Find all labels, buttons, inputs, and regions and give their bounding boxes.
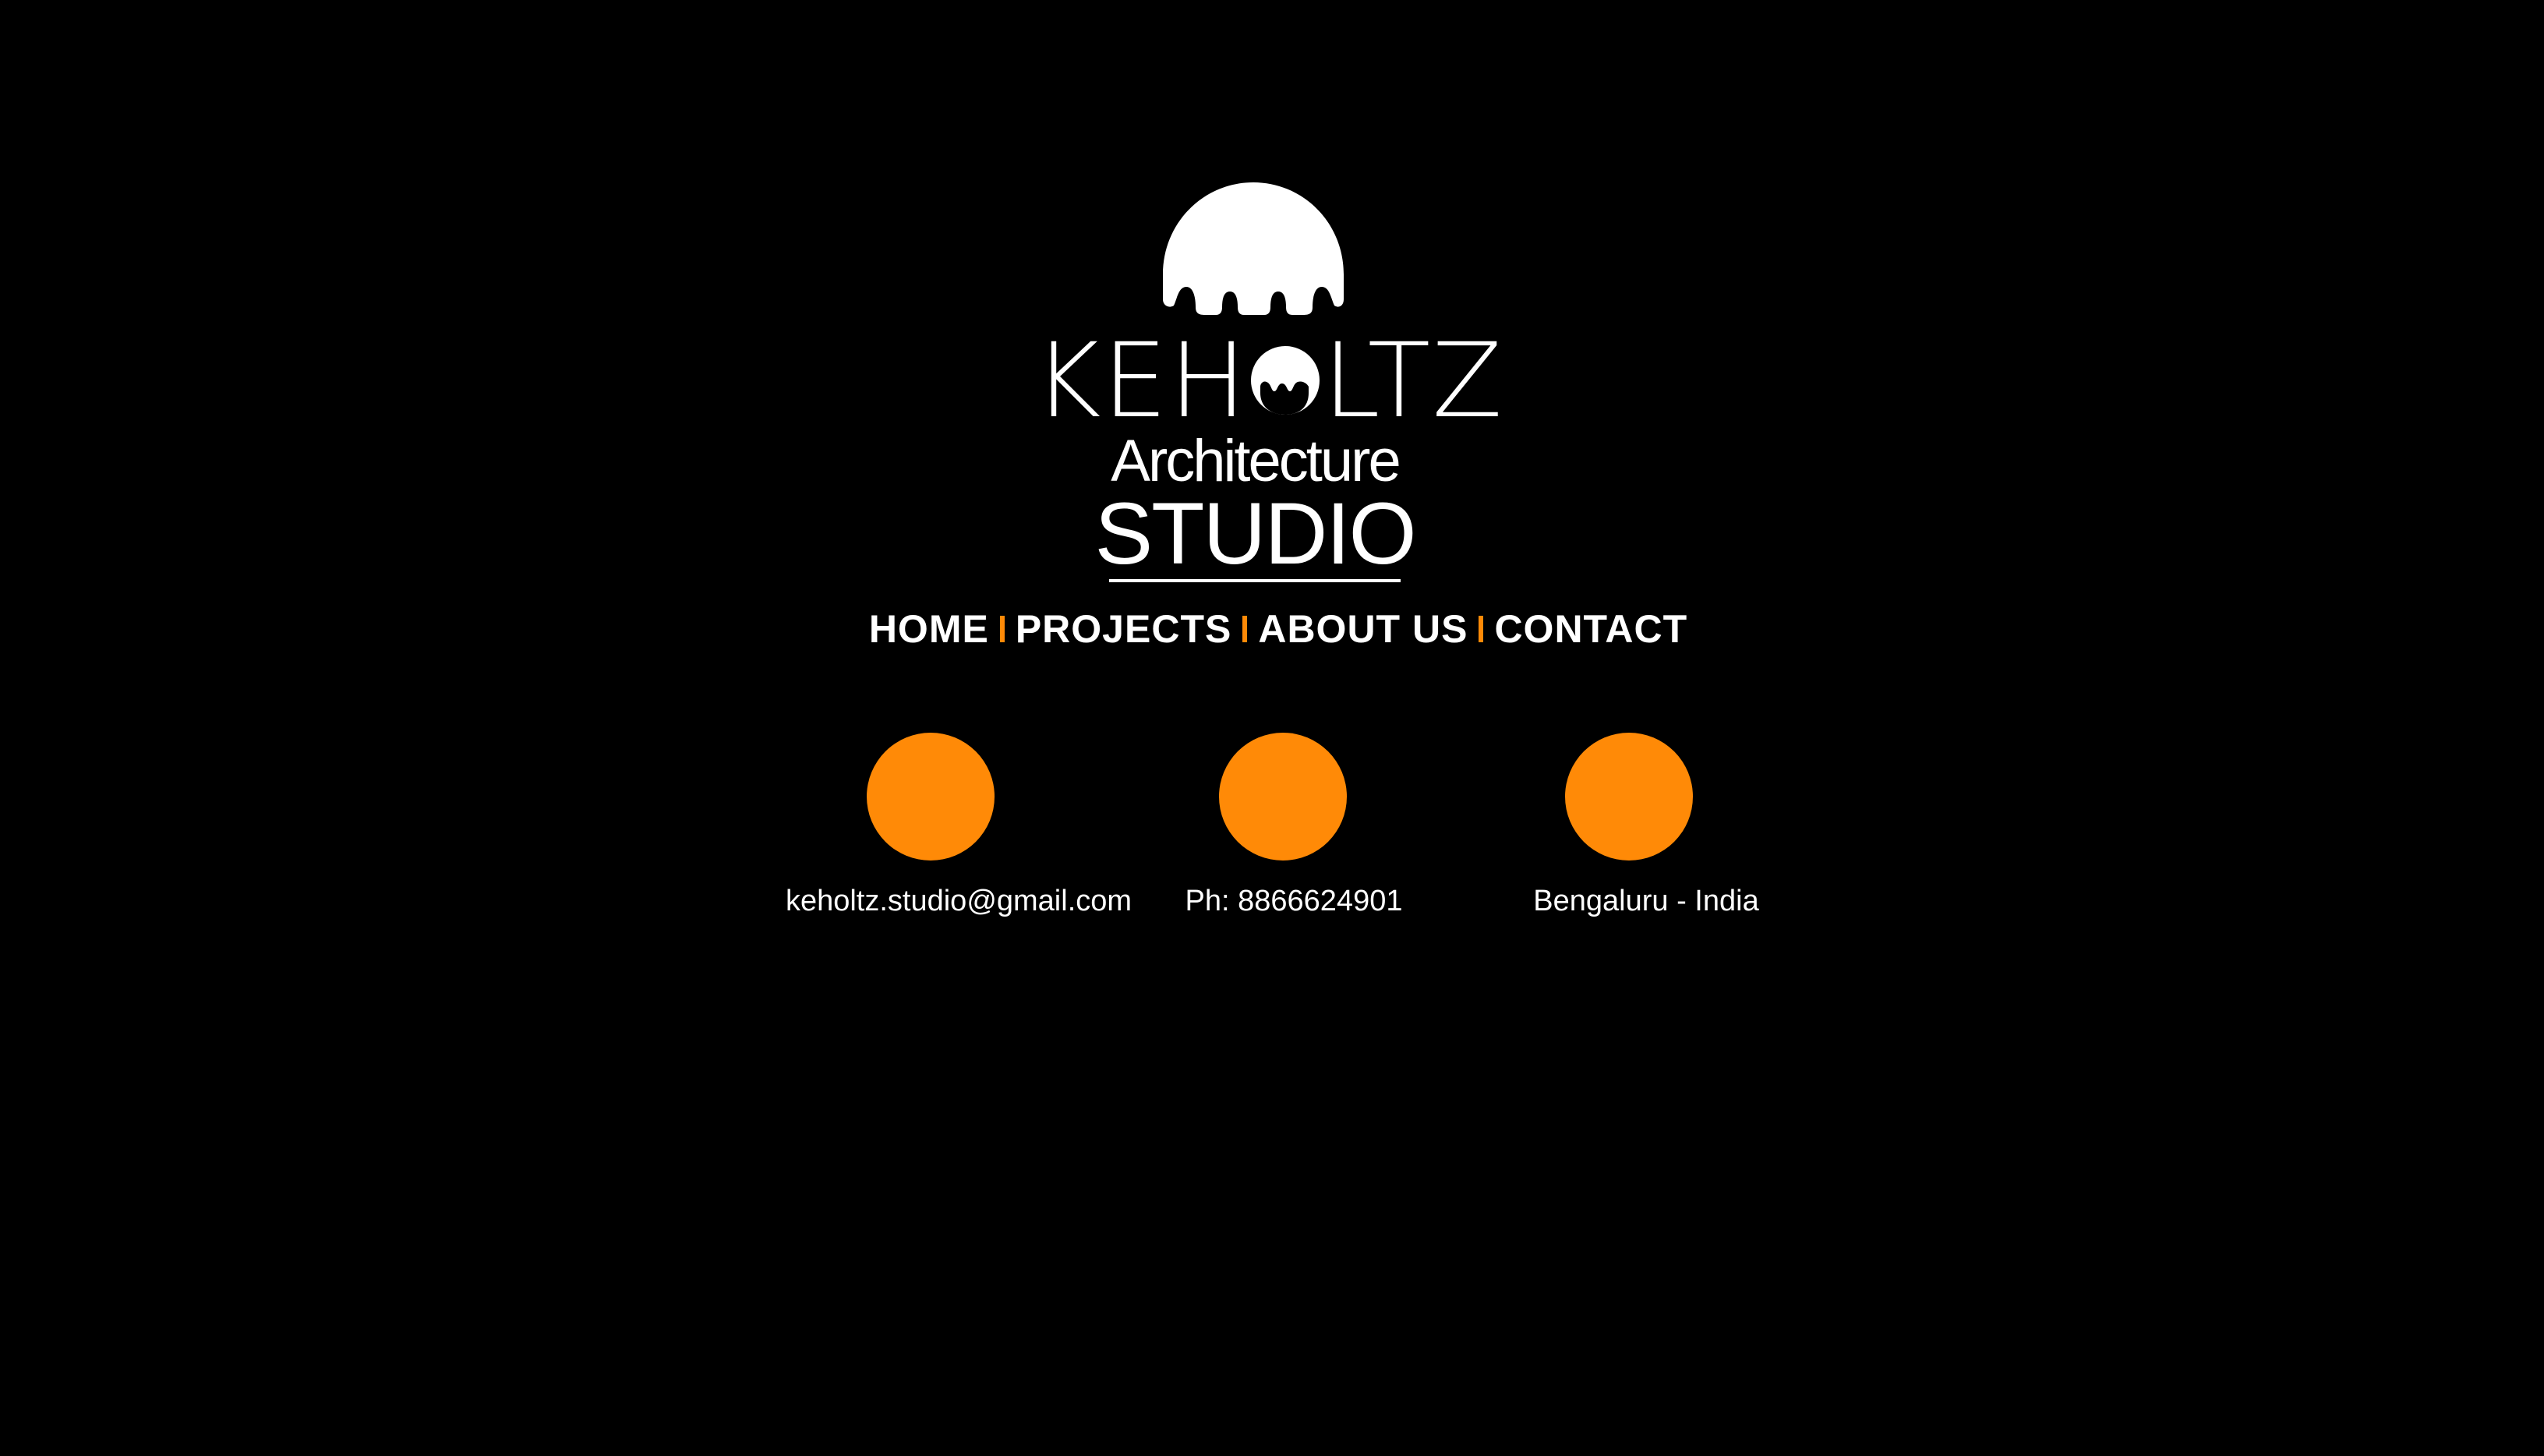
logo-divider bbox=[1109, 579, 1401, 582]
brand-studio: STUDIO bbox=[1094, 485, 1416, 582]
contact-location: Bengaluru - India bbox=[1412, 733, 1880, 920]
nav-home[interactable]: HOME bbox=[869, 606, 989, 652]
brand-word-start: KEH bbox=[1034, 321, 1249, 441]
phone-icon[interactable] bbox=[1219, 733, 1347, 861]
nav-separator bbox=[999, 616, 1005, 642]
nav-separator bbox=[1242, 616, 1248, 642]
contact-location-text: Bengaluru - India bbox=[1533, 885, 1759, 917]
nav-projects[interactable]: PROJECTS bbox=[1016, 606, 1232, 652]
email-icon[interactable] bbox=[867, 733, 995, 861]
nav-separator bbox=[1479, 616, 1484, 642]
brand-word-end: LTZ bbox=[1323, 321, 1504, 441]
elephant-logo-icon[interactable] bbox=[1161, 182, 1345, 315]
main-nav: HOME PROJECTS ABOUT US CONTACT bbox=[842, 600, 1715, 658]
nav-contact[interactable]: CONTACT bbox=[1494, 606, 1687, 652]
nav-about-us[interactable]: ABOUT US bbox=[1258, 606, 1468, 652]
brand-subtitle: Architecture bbox=[1111, 428, 1401, 494]
brand-wordmark: KEH LTZ bbox=[1034, 330, 1503, 433]
location-icon[interactable] bbox=[1565, 733, 1693, 861]
brand-o-icon bbox=[1248, 338, 1323, 416]
